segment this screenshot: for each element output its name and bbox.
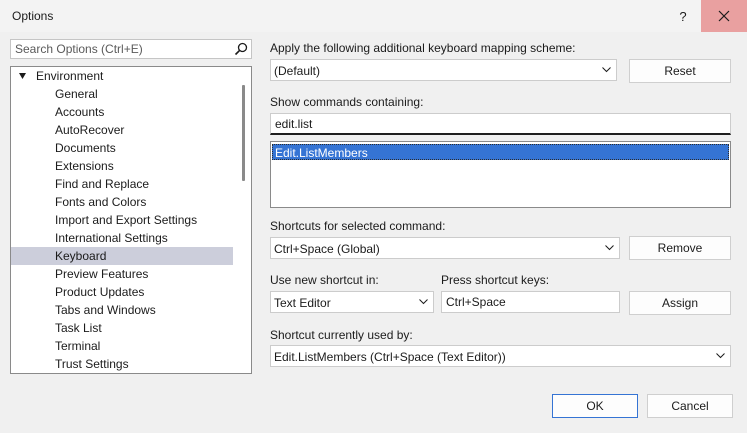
ok-button[interactable]: OK — [552, 394, 638, 418]
options-search[interactable] — [10, 39, 252, 59]
chevron-down-icon — [419, 299, 428, 305]
tree-item-product-updates[interactable]: Product Updates — [11, 283, 233, 301]
shortcuts-value: Ctrl+Space (Global) — [274, 242, 380, 256]
expanded-arrow-icon[interactable] — [19, 73, 26, 79]
tree-item-task-list[interactable]: Task List — [11, 319, 233, 337]
mapping-scheme-label: Apply the following additional keyboard … — [270, 41, 576, 55]
tree-item-keyboard[interactable]: Keyboard — [11, 247, 233, 265]
help-icon: ? — [679, 8, 687, 24]
help-button[interactable]: ? — [662, 0, 704, 32]
mapping-scheme-value: (Default) — [274, 64, 321, 78]
show-commands-input[interactable] — [271, 114, 730, 133]
tree-item-documents[interactable]: Documents — [11, 139, 233, 157]
tree-item-international-settings[interactable]: International Settings — [11, 229, 233, 247]
commands-listbox[interactable]: Edit.ListMembers — [270, 141, 731, 208]
tree-item-extensions[interactable]: Extensions — [11, 157, 233, 175]
mapping-scheme-dropdown[interactable]: (Default) — [270, 59, 617, 81]
tree-node-environment[interactable]: Environment — [11, 67, 241, 85]
show-commands-label: Show commands containing: — [270, 95, 424, 109]
tree-item-autorecover[interactable]: AutoRecover — [11, 121, 233, 139]
tree-item-general[interactable]: General — [11, 85, 233, 103]
tree-children: General Accounts AutoRecover Documents Exten… — [11, 85, 233, 373]
tree-item-preview-features[interactable]: Preview Features — [11, 265, 233, 283]
show-commands-field[interactable] — [270, 113, 731, 135]
press-keys-input[interactable] — [442, 292, 619, 312]
shortcuts-dropdown[interactable]: Ctrl+Space (Global) — [270, 237, 620, 259]
press-keys-label: Press shortcut keys: — [441, 273, 550, 287]
tree-item-accounts[interactable]: Accounts — [11, 103, 233, 121]
use-in-label: Use new shortcut in: — [270, 273, 379, 287]
press-keys-field[interactable] — [441, 291, 620, 313]
tree-item-find-and-replace[interactable]: Find and Replace — [11, 175, 233, 193]
chevron-down-icon — [716, 353, 725, 359]
list-item[interactable]: Edit.ListMembers — [272, 144, 729, 160]
remove-button[interactable]: Remove — [629, 236, 731, 260]
tree-item-fonts-and-colors[interactable]: Fonts and Colors — [11, 193, 233, 211]
assign-button[interactable]: Assign — [629, 291, 731, 315]
close-icon — [718, 10, 730, 22]
tree-node-label: Environment — [36, 69, 104, 83]
search-icon[interactable] — [234, 42, 248, 56]
reset-button[interactable]: Reset — [629, 59, 731, 83]
tree-item-tabs-and-windows[interactable]: Tabs and Windows — [11, 301, 233, 319]
used-by-value: Edit.ListMembers (Ctrl+Space (Text Edito… — [274, 350, 506, 364]
cancel-button[interactable]: Cancel — [647, 394, 733, 418]
window-title: Options — [12, 9, 54, 23]
used-by-dropdown[interactable]: Edit.ListMembers (Ctrl+Space (Text Edito… — [270, 345, 731, 367]
use-in-value: Text Editor — [274, 296, 331, 310]
close-button[interactable] — [701, 0, 747, 32]
chevron-down-icon — [605, 245, 614, 251]
options-tree[interactable]: Environment General Accounts AutoRecover Do… — [10, 66, 252, 374]
tree-scrollbar[interactable] — [242, 85, 245, 181]
use-in-dropdown[interactable]: Text Editor — [270, 291, 434, 313]
tree-item-terminal[interactable]: Terminal — [11, 337, 233, 355]
chevron-down-icon — [602, 67, 611, 73]
shortcuts-label: Shortcuts for selected command: — [270, 219, 446, 233]
title-bar: Options ? — [0, 0, 747, 32]
tree-item-import-and-export-settings[interactable]: Import and Export Settings — [11, 211, 233, 229]
tree-item-trust-settings[interactable]: Trust Settings — [11, 355, 233, 373]
search-input[interactable] — [11, 40, 237, 58]
used-by-label: Shortcut currently used by: — [270, 328, 413, 342]
